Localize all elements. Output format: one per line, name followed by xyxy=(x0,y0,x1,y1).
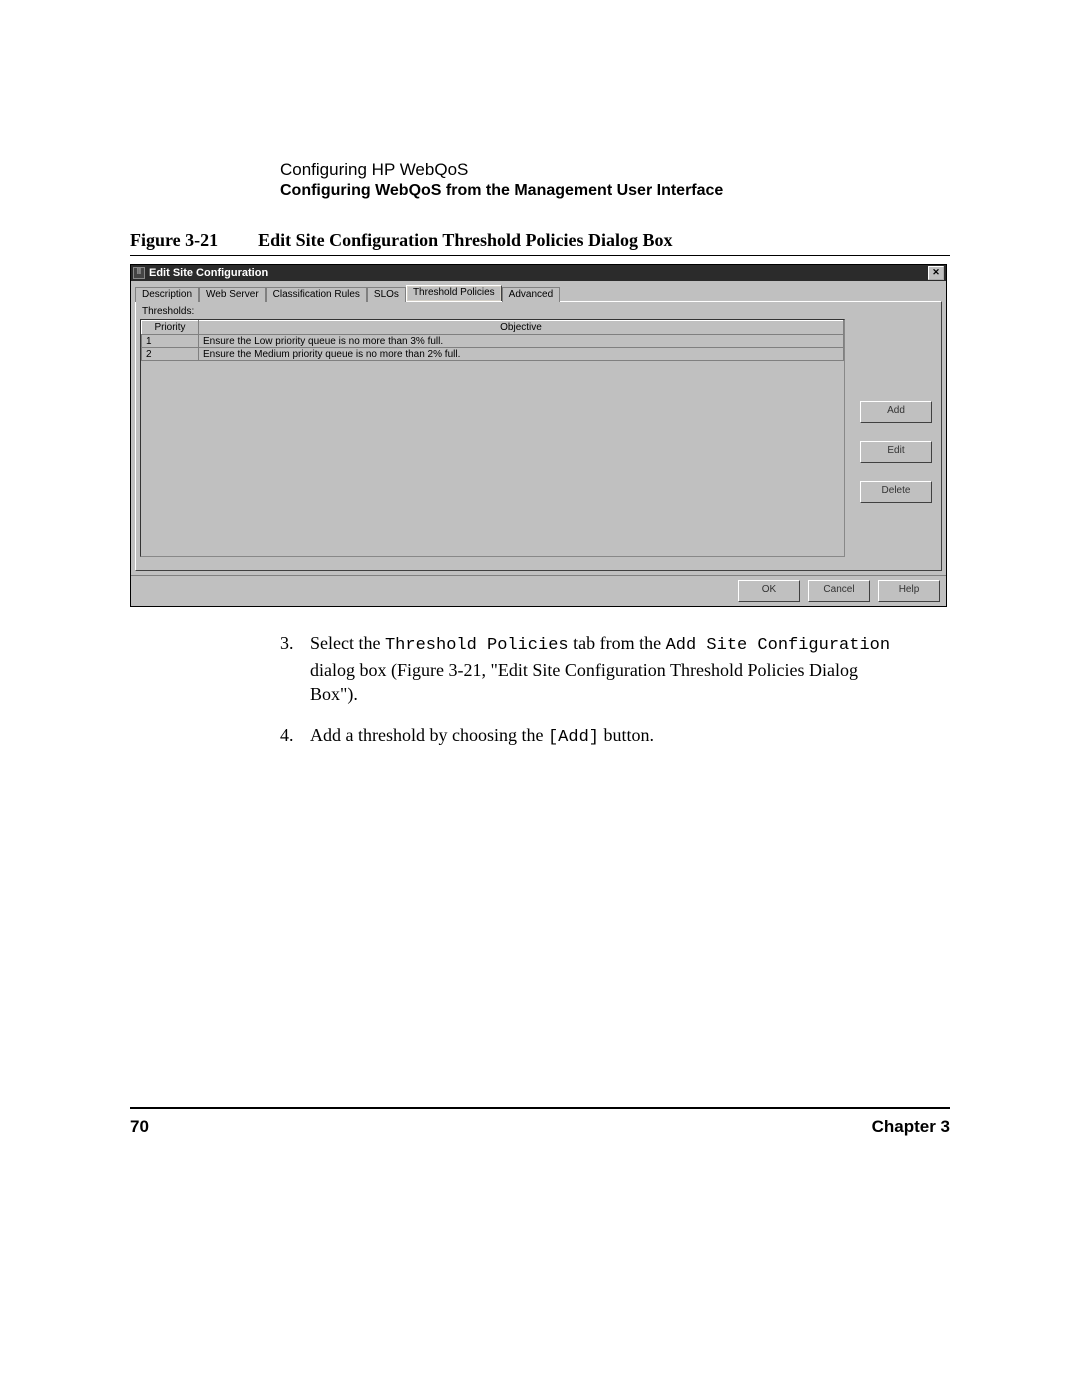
table-row[interactable]: 2 Ensure the Medium priority queue is no… xyxy=(142,348,844,361)
col-priority: Priority xyxy=(142,321,199,335)
ok-button[interactable]: OK xyxy=(738,580,800,602)
tab-description[interactable]: Description xyxy=(135,287,199,302)
edit-button[interactable]: Edit xyxy=(860,441,932,463)
tab-classification-rules[interactable]: Classification Rules xyxy=(266,287,367,302)
tab-slos[interactable]: SLOs xyxy=(367,287,406,302)
chapter-label: Chapter 3 xyxy=(872,1117,950,1137)
step-number: 4. xyxy=(280,723,300,750)
help-button[interactable]: Help xyxy=(878,580,940,602)
page-footer: 70 Chapter 3 xyxy=(130,1107,950,1137)
tab-advanced[interactable]: Advanced xyxy=(502,287,560,302)
figure-title: Edit Site Configuration Threshold Polici… xyxy=(258,230,672,251)
figure-rule xyxy=(130,255,950,256)
instruction-list: 3. Select the Threshold Policies tab fro… xyxy=(280,631,900,749)
app-icon: ⠿ xyxy=(133,267,145,279)
cancel-button[interactable]: Cancel xyxy=(808,580,870,602)
dialog-titlebar: ⠿ Edit Site Configuration ✕ xyxy=(131,265,946,281)
header-subsection: Configuring WebQoS from the Management U… xyxy=(280,182,950,200)
thresholds-label: Thresholds: xyxy=(142,306,937,317)
edit-site-configuration-dialog: ⠿ Edit Site Configuration ✕ Description … xyxy=(130,264,947,607)
priority-cell: 1 xyxy=(142,335,199,348)
threshold-policies-panel: Thresholds: Priority Objective 1 xyxy=(135,301,942,571)
delete-button[interactable]: Delete xyxy=(860,481,932,503)
header-section: Configuring HP WebQoS xyxy=(280,160,950,180)
figure-label: Figure 3-21 xyxy=(130,230,218,251)
tab-threshold-policies[interactable]: Threshold Policies xyxy=(406,285,502,301)
objective-cell: Ensure the Low priority queue is no more… xyxy=(199,335,844,348)
add-button[interactable]: Add xyxy=(860,401,932,423)
close-icon[interactable]: ✕ xyxy=(928,266,944,280)
tab-web-server[interactable]: Web Server xyxy=(199,287,266,302)
dialog-bottom-bar: OK Cancel Help xyxy=(131,575,946,606)
footer-rule xyxy=(130,1107,950,1109)
step-text: Add a threshold by choosing the [Add] bu… xyxy=(310,723,654,750)
thresholds-table[interactable]: Priority Objective 1 Ensure the Low prio… xyxy=(140,319,845,557)
objective-cell: Ensure the Medium priority queue is no m… xyxy=(199,348,844,361)
page-number: 70 xyxy=(130,1117,149,1137)
tab-bar: Description Web Server Classification Ru… xyxy=(131,281,946,301)
col-objective: Objective xyxy=(199,321,844,335)
table-row[interactable]: 1 Ensure the Low priority queue is no mo… xyxy=(142,335,844,348)
dialog-title: Edit Site Configuration xyxy=(149,267,268,279)
step-text: Select the Threshold Policies tab from t… xyxy=(310,631,900,707)
side-button-group: Add Edit Delete xyxy=(855,401,937,503)
priority-cell: 2 xyxy=(142,348,199,361)
step-number: 3. xyxy=(280,631,300,707)
